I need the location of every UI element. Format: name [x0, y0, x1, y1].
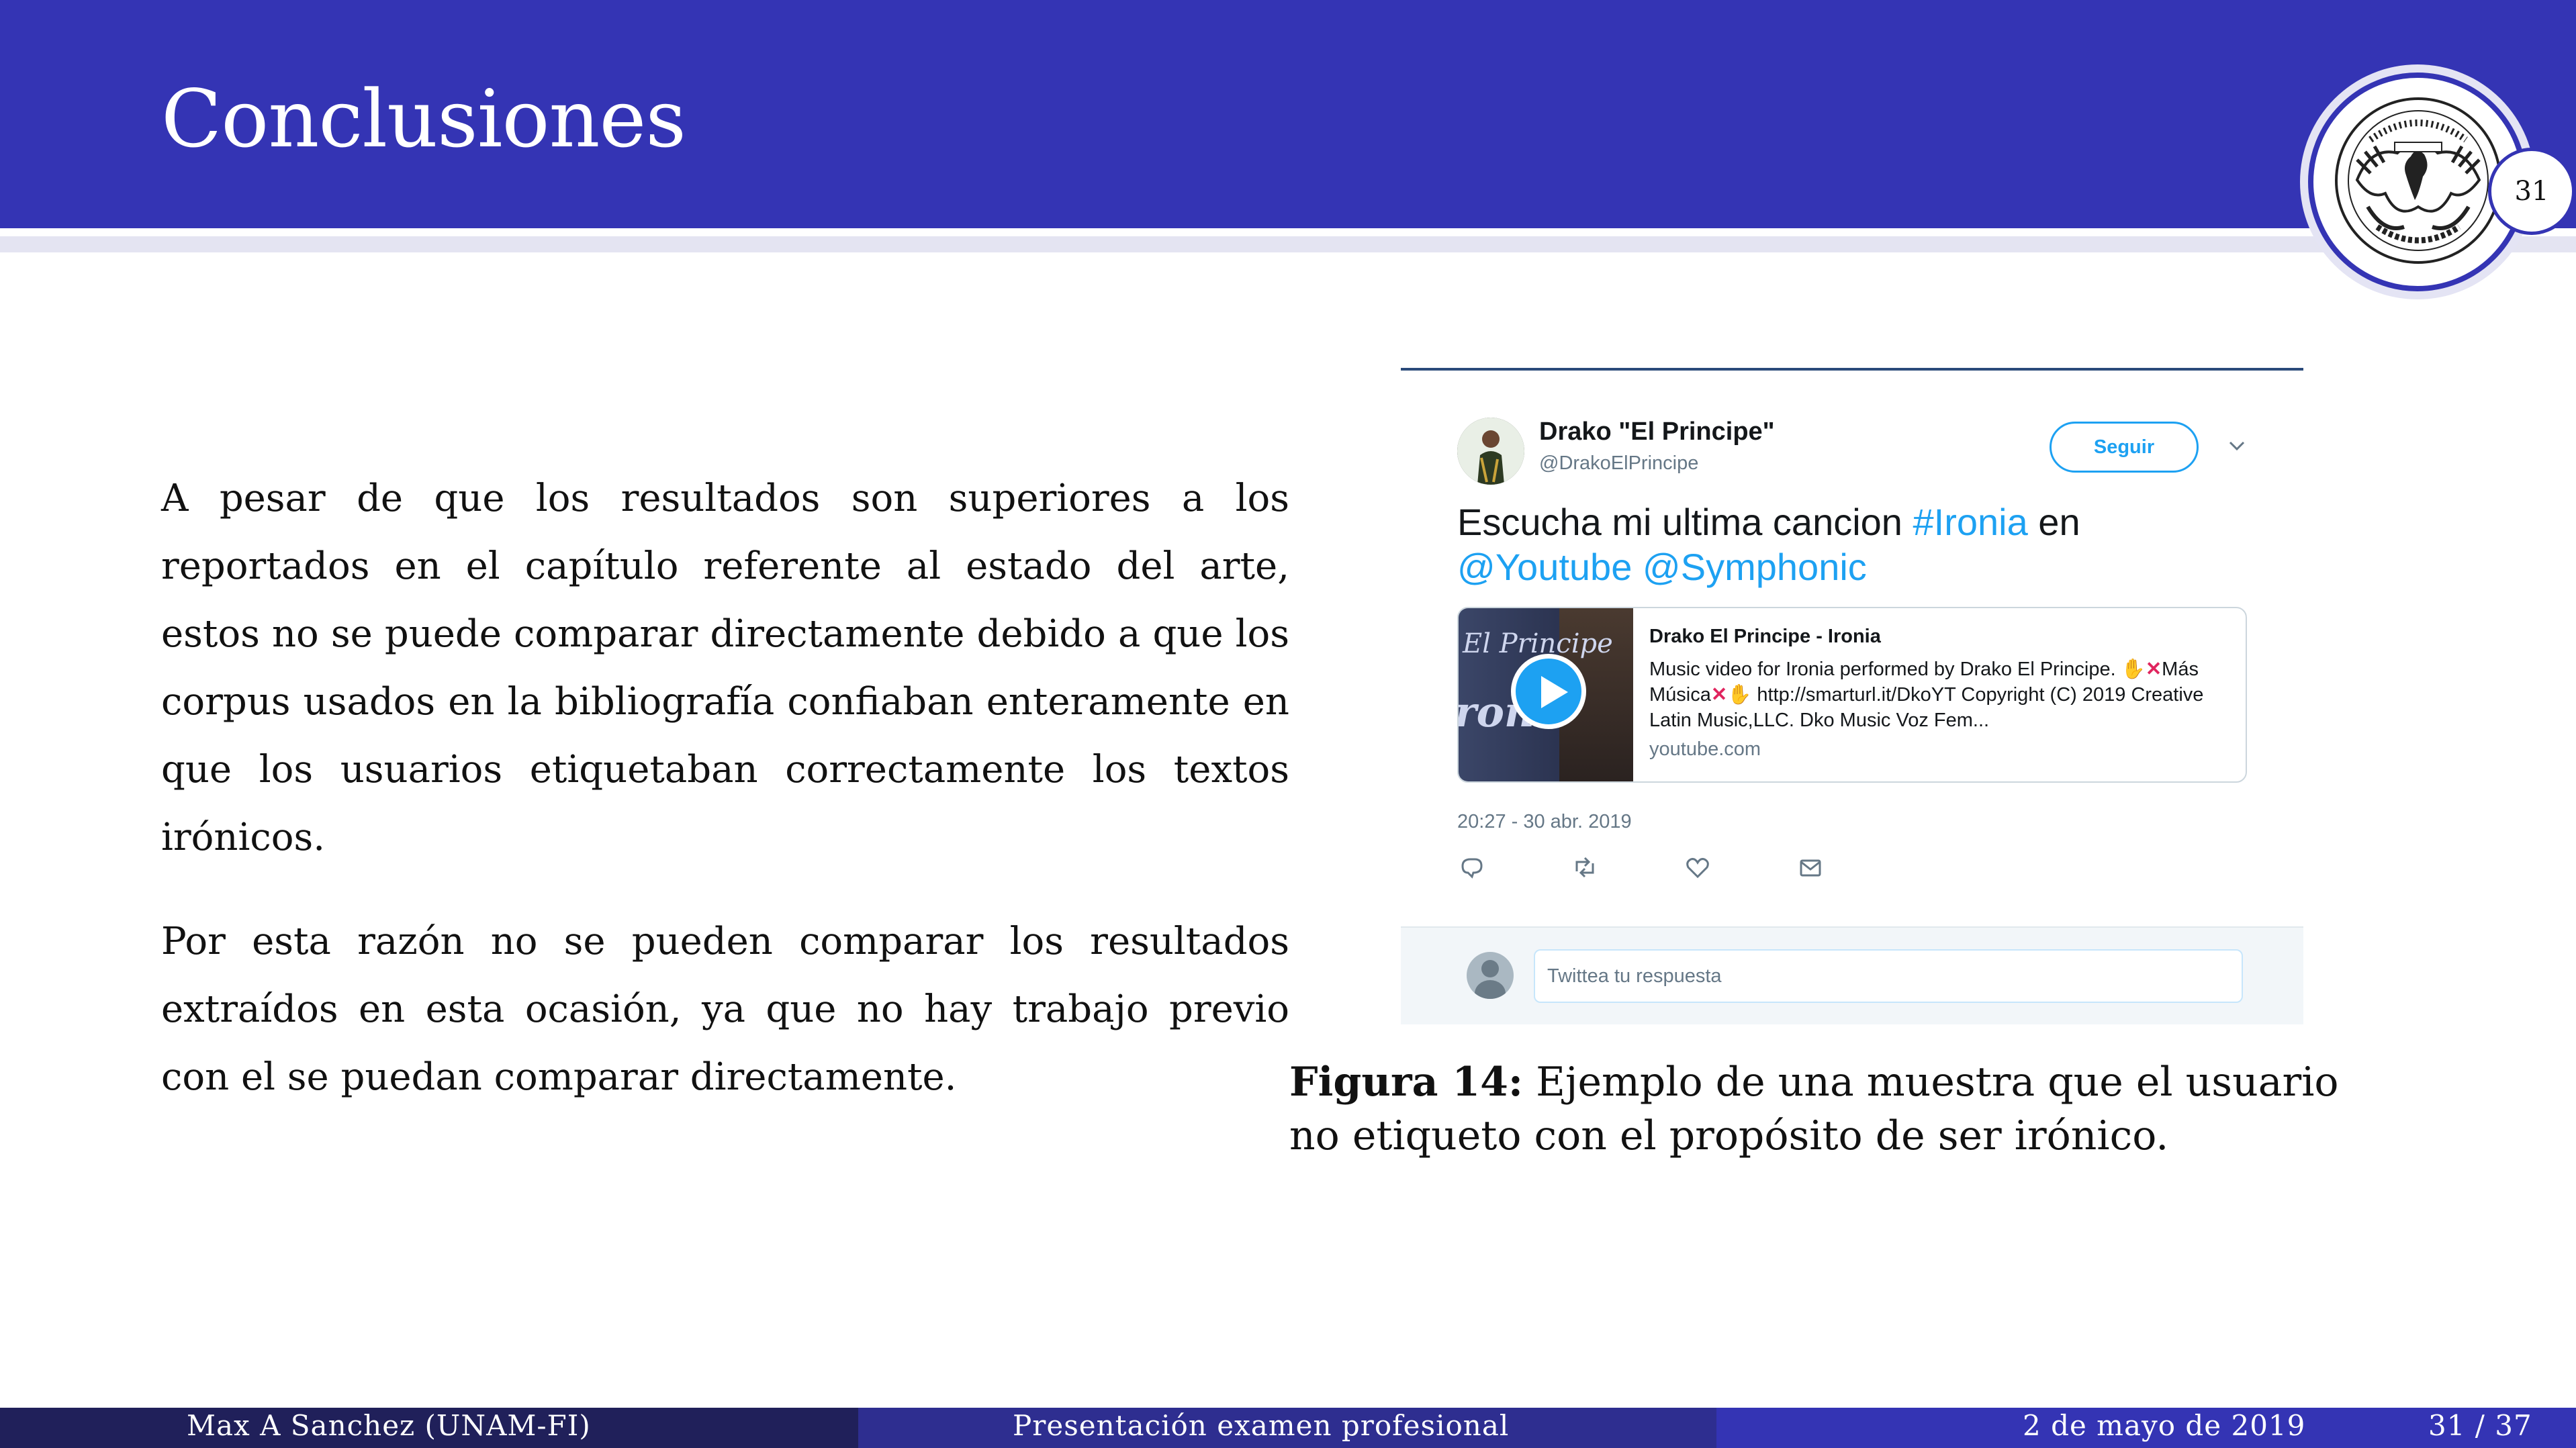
video-thumbnail[interactable]: El Principe roni	[1459, 608, 1633, 781]
cross-mark-icon: ✕	[1710, 684, 1728, 706]
pointing-down-icon: ✋	[1727, 684, 1752, 706]
card-domain: youtube.com	[1649, 738, 1761, 760]
tweet-text-part: en	[2027, 501, 2080, 543]
slide-title: Conclusiones	[161, 73, 686, 165]
user-name[interactable]: Drako "El Principe"	[1539, 418, 1775, 446]
figure-caption: Figura 14: Ejemplo de una muestra que el…	[1289, 1055, 2397, 1163]
retweet-icon[interactable]	[1570, 853, 1600, 882]
link-preview-card[interactable]: El Principe roni Drako El Principe - Iro…	[1457, 607, 2247, 783]
tweet-text: Escucha mi ultima cancion #Ironia en @Yo…	[1457, 499, 2250, 589]
mention-link[interactable]: @Youtube	[1457, 546, 1632, 588]
unam-seal-logo	[2335, 97, 2501, 264]
tweet-embed: Drako "El Principe" @DrakoElPrincipe Seg…	[1401, 368, 2303, 1024]
footer: Max A Sanchez (UNAM-FI) Presentación exa…	[0, 1408, 2576, 1448]
footer-page-number: 31 / 37	[2428, 1409, 2532, 1442]
figure-label: Figura 14:	[1289, 1059, 1523, 1106]
cross-mark-icon: ✕	[2145, 659, 2162, 680]
message-icon[interactable]	[1796, 853, 1825, 882]
footer-title-section: Presentación examen profesional	[858, 1408, 1716, 1448]
viewer-avatar	[1467, 952, 1514, 999]
footer-date-section: 2 de mayo de 2019 31 / 37	[1716, 1408, 2576, 1448]
page-number-badge: 31	[2488, 148, 2575, 235]
reply-icon[interactable]	[1457, 853, 1487, 882]
footer-date: 2 de mayo de 2019	[2023, 1409, 2306, 1442]
user-handle[interactable]: @DrakoElPrincipe	[1539, 452, 1698, 475]
card-title: Drako El Principe - Ironia	[1649, 626, 1881, 647]
card-description: Music video for Ironia performed by Drak…	[1649, 657, 2234, 733]
footer-title: Presentación examen profesional	[1013, 1409, 1510, 1442]
hashtag-link[interactable]: #Ironia	[1913, 501, 2028, 543]
follow-button[interactable]: Seguir	[2050, 422, 2199, 473]
footer-author: Max A Sanchez (UNAM-FI)	[187, 1409, 591, 1442]
pointing-down-icon: ✋	[2121, 659, 2146, 680]
tweet-timestamp[interactable]: 20:27 - 30 abr. 2019	[1457, 811, 1632, 833]
reply-input[interactable]: Twittea tu respuesta	[1534, 949, 2243, 1003]
tweet-text-part: Escucha mi ultima cancion	[1457, 501, 1913, 543]
mention-link[interactable]: @Symphonic	[1643, 546, 1867, 588]
card-desc-text: Music video for Ironia performed by Drak…	[1649, 659, 2121, 680]
reply-bar: Twittea tu respuesta	[1401, 926, 2303, 1024]
header-stripe	[0, 236, 2576, 252]
chevron-down-icon[interactable]	[2223, 432, 2250, 459]
paragraph-2: Por esta razón no se pueden comparar los…	[161, 920, 1289, 1099]
play-icon[interactable]	[1511, 654, 1586, 729]
user-avatar[interactable]	[1457, 418, 1524, 485]
footer-author-section: Max A Sanchez (UNAM-FI)	[0, 1408, 858, 1448]
like-icon[interactable]	[1683, 853, 1712, 882]
paragraph-1: A pesar de que los resultados son superi…	[161, 477, 1289, 859]
